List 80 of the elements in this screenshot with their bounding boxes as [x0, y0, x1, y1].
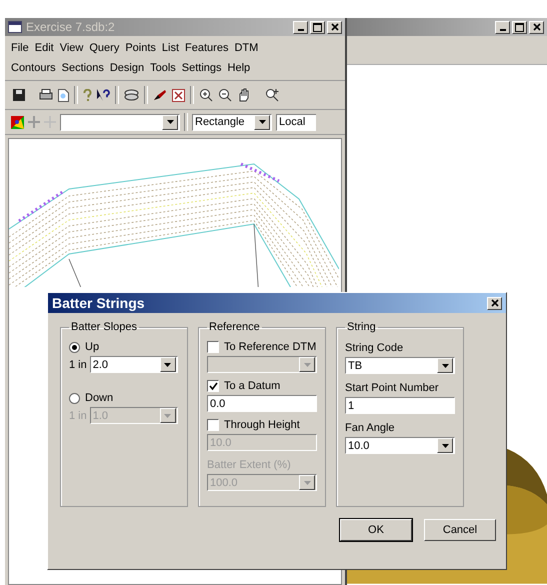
menu-item[interactable]: File [11, 42, 29, 54]
ratio-label: 1 in [69, 410, 87, 422]
caret-icon [258, 120, 266, 124]
minimize-button[interactable] [495, 20, 510, 34]
option-label: To a Datum [224, 380, 280, 392]
dialog-button[interactable]: Cancel [424, 519, 496, 541]
close-icon [490, 299, 498, 307]
field-label: Fan Angle [345, 422, 396, 434]
pan-icon[interactable] [237, 88, 251, 102]
close-icon [532, 23, 540, 31]
dialog-button[interactable]: OK [340, 519, 412, 541]
close-button[interactable] [327, 20, 342, 34]
maximize-icon [313, 22, 322, 32]
menu-item[interactable]: View [60, 42, 84, 54]
field-label: Start Point Number [345, 382, 440, 394]
caret-icon [304, 480, 310, 484]
slope-ratio-dropdown[interactable]: 2.0 [90, 356, 178, 373]
field-label: Batter Extent (%) [207, 459, 292, 471]
dropdown[interactable]: TB [345, 357, 455, 374]
reference-dtm-dropdown[interactable] [207, 356, 317, 373]
zoom-in-icon[interactable] [199, 88, 213, 102]
layer-dropdown[interactable] [60, 114, 180, 130]
close-button[interactable] [487, 296, 502, 310]
color-palette-icon[interactable] [11, 116, 24, 128]
menu-item[interactable]: Edit [34, 42, 54, 54]
layers-icon[interactable] [124, 89, 139, 101]
caret-icon [164, 414, 172, 418]
checkbox[interactable] [207, 341, 219, 353]
input-field[interactable]: 1 [345, 397, 455, 414]
caret-icon [164, 362, 172, 366]
close-button[interactable] [529, 20, 544, 34]
option-label: Down [85, 392, 114, 404]
input-field[interactable]: 0.0 [207, 395, 317, 412]
checkbox[interactable] [207, 380, 219, 392]
menu-item[interactable]: Tools [150, 62, 176, 74]
menu-item[interactable]: List [162, 42, 180, 54]
option-label: To Reference DTM [224, 341, 316, 353]
zoom-extents-icon[interactable] [172, 88, 185, 102]
option-label: Up [85, 341, 100, 353]
minimize-button[interactable] [293, 20, 308, 34]
caret-icon [166, 120, 174, 124]
menu-item[interactable]: Help [228, 62, 250, 74]
checkbox[interactable] [207, 419, 219, 431]
menu-item[interactable]: Points [125, 42, 156, 54]
maximize-icon [515, 22, 524, 32]
group-title: Reference [208, 321, 261, 333]
caret-icon [442, 364, 448, 368]
menu-item[interactable]: Query [89, 42, 120, 54]
pen-icon[interactable] [153, 89, 167, 101]
dialog-title: Batter Strings [52, 295, 145, 311]
menu-item[interactable]: Design [110, 62, 144, 74]
group-title: String [346, 321, 377, 333]
radio-button[interactable] [69, 392, 80, 404]
maximize-button[interactable] [310, 20, 325, 34]
context-help-icon[interactable] [97, 88, 110, 102]
caret-icon [304, 362, 310, 366]
field-label: String Code [345, 342, 404, 354]
maximize-button[interactable] [512, 20, 527, 34]
save-icon[interactable] [13, 89, 25, 101]
window-title: Exercise 7.sdb:2 [26, 20, 115, 34]
print-preview-icon[interactable] [58, 88, 69, 102]
print-icon[interactable] [39, 89, 53, 101]
radio-button[interactable] [69, 342, 80, 352]
menu-item[interactable]: Settings [182, 62, 222, 74]
menu-item[interactable]: Features [185, 42, 228, 54]
menu-item[interactable]: Contours [11, 62, 56, 74]
coordinate-mode-dropdown[interactable]: Local [276, 114, 316, 130]
zoom-window-icon[interactable] [265, 88, 279, 102]
group-title: Batter Slopes [70, 321, 138, 333]
menu-item[interactable]: Sections [62, 62, 104, 74]
menu-item[interactable]: DTM [234, 42, 258, 54]
close-icon [330, 23, 338, 31]
zoom-out-icon[interactable] [218, 88, 232, 102]
caret-icon [442, 444, 448, 448]
option-label: Through Height [224, 419, 300, 431]
ratio-label: 1 in [69, 358, 87, 370]
checkmark-icon [208, 382, 218, 390]
selection-mode-dropdown[interactable]: Rectangle [192, 114, 272, 130]
window-icon [8, 21, 22, 33]
dropdown[interactable]: 10.0 [345, 437, 455, 454]
